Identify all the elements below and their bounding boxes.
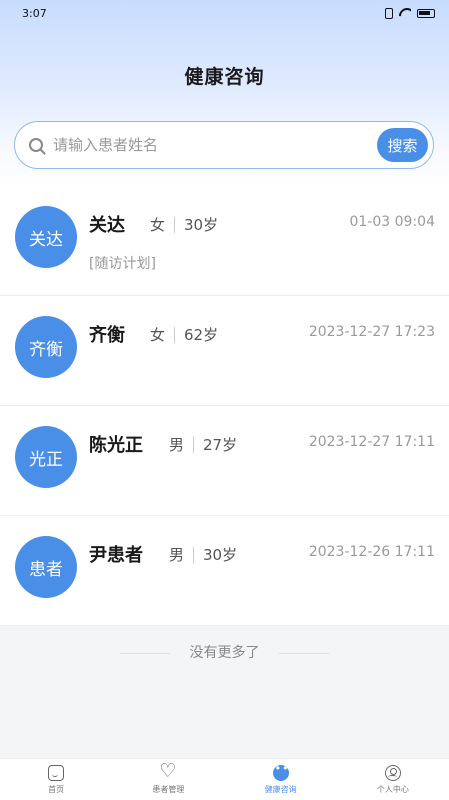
- patient-name: 陈光正: [89, 435, 143, 456]
- tab-patient-management[interactable]: 患者管理: [112, 759, 224, 800]
- wifi-icon: [399, 8, 411, 18]
- patient-row[interactable]: 关达 关达 女 30岁 01-03 09:04 [随访计划]: [0, 186, 449, 296]
- divider: [193, 546, 195, 563]
- search-bar[interactable]: 搜索: [14, 121, 434, 169]
- divider: [174, 326, 176, 343]
- tab-label: 健康咨询: [264, 785, 297, 794]
- patient-row[interactable]: 患者 尹患者 男 30岁 2023-12-26 17:11: [0, 516, 449, 626]
- consult-datetime: 01-03 09:04: [349, 214, 435, 230]
- divider: [193, 436, 195, 453]
- patient-row[interactable]: 齐衡 齐衡 女 62岁 2023-12-27 17:23: [0, 296, 449, 406]
- search-button[interactable]: 搜索: [377, 128, 428, 162]
- home-icon: [48, 765, 65, 781]
- consult-datetime: 2023-12-27 17:11: [308, 434, 435, 450]
- vibrate-icon: [385, 7, 393, 19]
- consult-datetime: 2023-12-26 17:11: [308, 544, 435, 560]
- avatar: 光正: [15, 426, 77, 488]
- tab-label: 首页: [48, 785, 65, 794]
- avatar: 关达: [15, 206, 77, 268]
- patient-age: 27岁: [203, 436, 238, 454]
- patient-age: 30岁: [203, 546, 238, 564]
- status-bar: 3:07: [0, 0, 449, 26]
- patient-gender: 男: [169, 436, 185, 454]
- patient-meta: 男 30岁: [169, 544, 237, 565]
- tab-health-consult[interactable]: 健康咨询: [225, 759, 337, 800]
- page-title: 健康咨询: [184, 66, 265, 88]
- patient-meta: 女 62岁: [150, 324, 218, 345]
- divider: [279, 653, 329, 654]
- consult-datetime: 2023-12-27 17:23: [308, 324, 435, 340]
- patient-gender: 女: [150, 216, 166, 234]
- avatar: 患者: [15, 536, 77, 598]
- patient-list: 关达 关达 女 30岁 01-03 09:04 [随访计划] 齐衡 齐衡 女 6…: [0, 186, 449, 626]
- patient-meta: 女 30岁: [150, 214, 218, 235]
- user-icon: [384, 765, 401, 781]
- followup-plan-tag: [随访计划]: [89, 256, 156, 272]
- chat-icon: [272, 762, 290, 781]
- patient-age: 62岁: [184, 326, 219, 344]
- status-icons: [385, 7, 435, 19]
- tab-label: 个人中心: [376, 785, 409, 794]
- bottom-tabbar: 首页 患者管理 健康咨询 个人中心: [0, 758, 449, 800]
- heart-icon: [159, 760, 176, 782]
- status-time: 3:07: [22, 6, 47, 20]
- patient-name: 尹患者: [89, 545, 143, 566]
- search-input[interactable]: [53, 136, 433, 154]
- battery-icon: [417, 8, 435, 18]
- patient-gender: 男: [169, 546, 185, 564]
- patient-row[interactable]: 光正 陈光正 男 27岁 2023-12-27 17:11: [0, 406, 449, 516]
- tab-home[interactable]: 首页: [0, 759, 112, 800]
- list-end-note: 没有更多了: [189, 645, 260, 661]
- patient-gender: 女: [150, 326, 166, 344]
- avatar: 齐衡: [15, 316, 77, 378]
- patient-name: 齐衡: [89, 325, 125, 346]
- patient-age: 30岁: [184, 216, 219, 234]
- patient-name: 关达: [89, 215, 125, 236]
- divider: [174, 216, 176, 233]
- patient-meta: 男 27岁: [169, 434, 237, 455]
- tab-personal-center[interactable]: 个人中心: [337, 759, 449, 800]
- tab-label: 患者管理: [152, 785, 185, 794]
- search-icon: [29, 138, 43, 152]
